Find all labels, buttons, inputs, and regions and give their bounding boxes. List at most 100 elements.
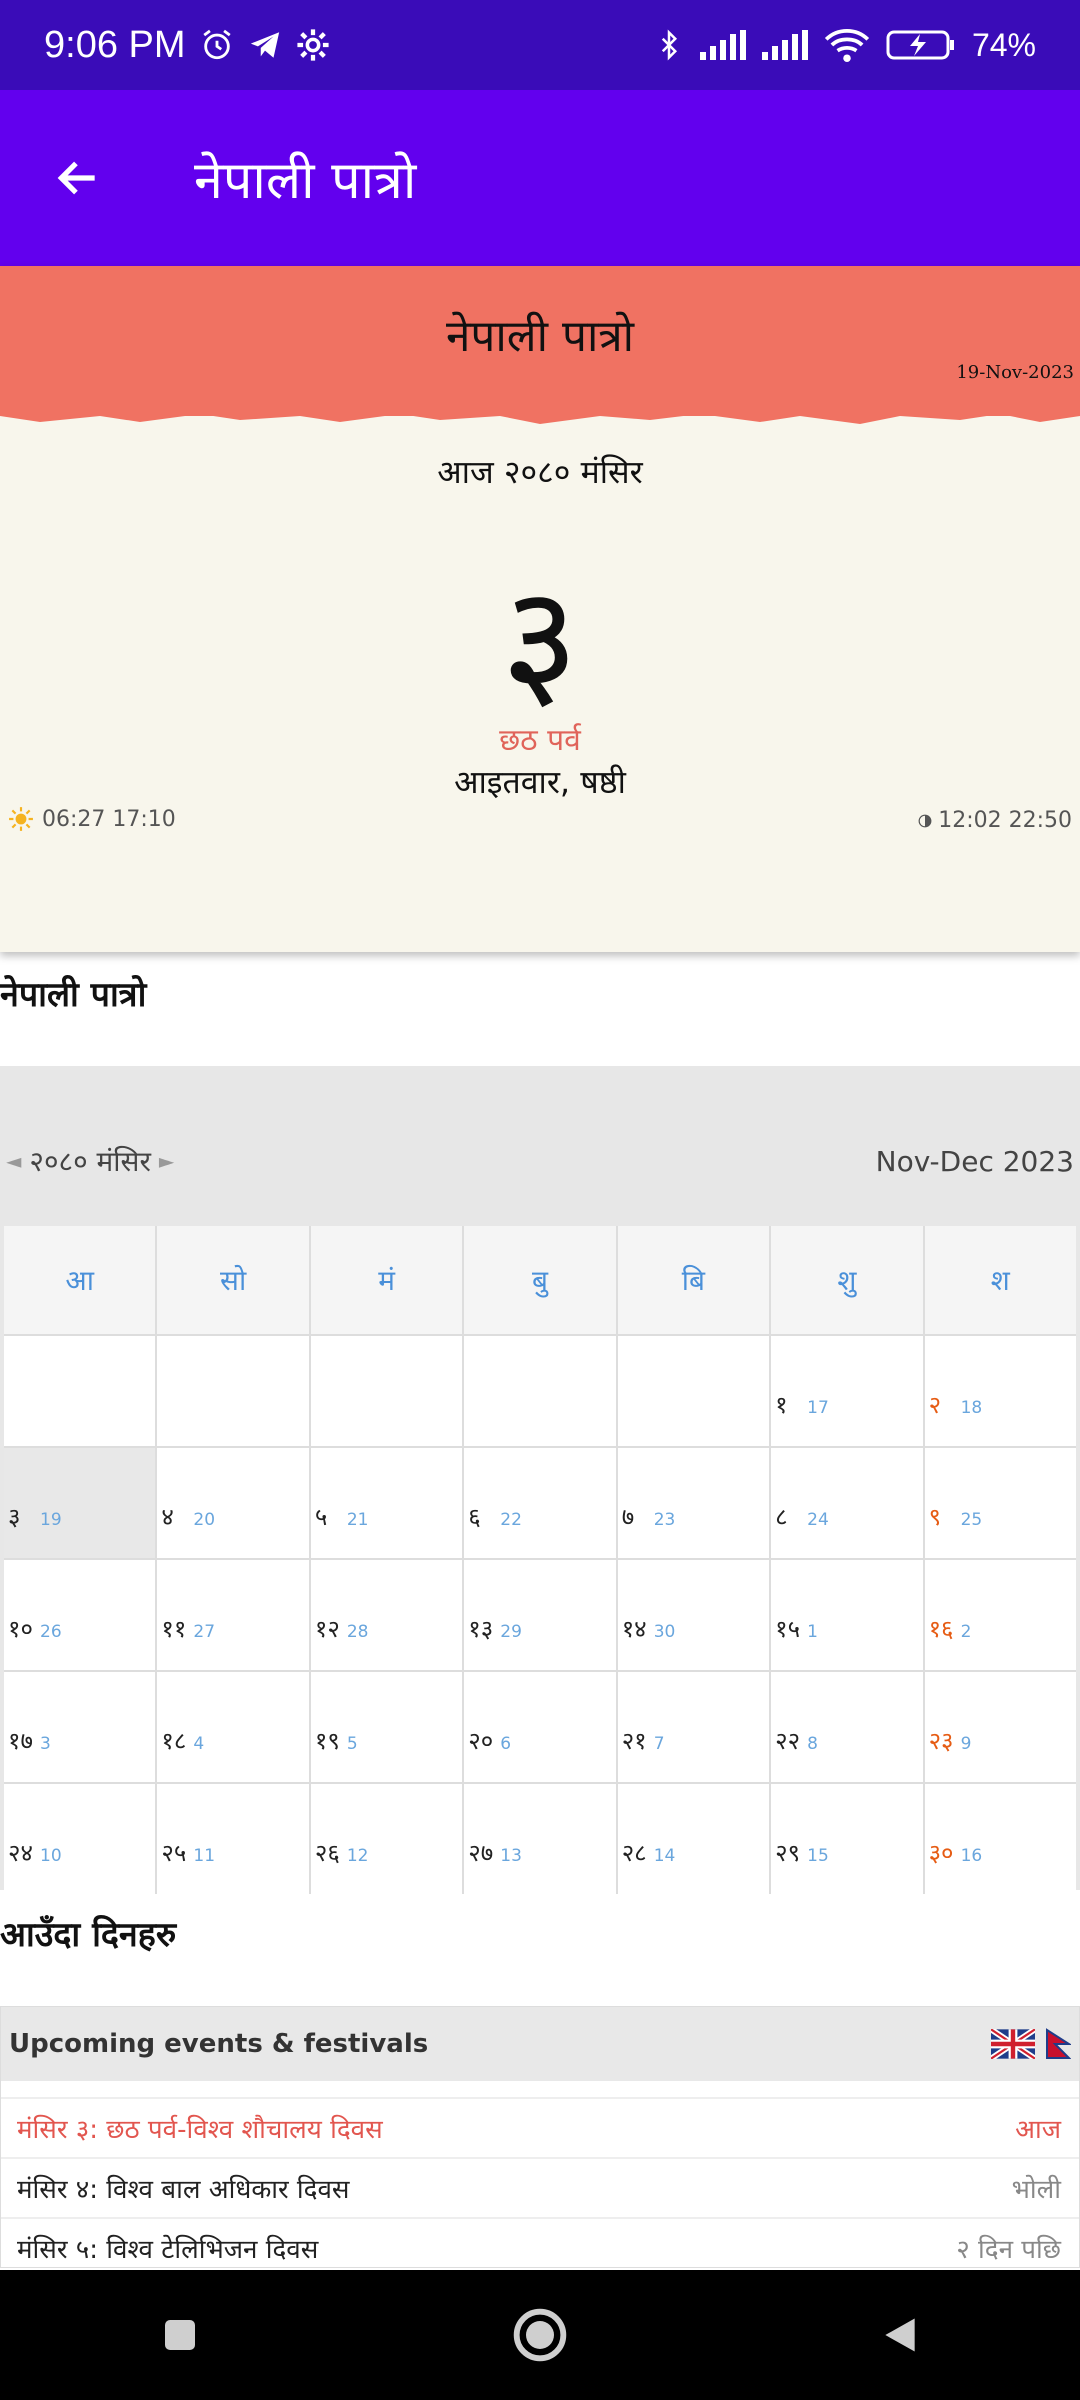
- weekday-header: श: [924, 1226, 1076, 1334]
- english-date: 10: [40, 1846, 62, 1866]
- upcoming-header: Upcoming events & festivals: [1, 2007, 1079, 2081]
- calendar-empty-cell: [157, 1336, 309, 1446]
- calendar-day[interactable]: १५ 1: [771, 1560, 923, 1670]
- calendar-day[interactable]: २१ 7: [617, 1672, 770, 1782]
- weekday-header: आ: [4, 1226, 156, 1334]
- recents-button[interactable]: [140, 2295, 220, 2375]
- nepali-date: १६: [928, 1615, 954, 1643]
- english-date: 18: [960, 1398, 983, 1418]
- calendar-day[interactable]: ४ 20: [157, 1448, 309, 1558]
- today-event: छठ पर्व: [499, 723, 581, 758]
- english-date: 29: [500, 1622, 522, 1642]
- nepali-date: १: [775, 1391, 788, 1419]
- calendar-day[interactable]: १९ 5: [310, 1672, 463, 1782]
- calendar-empty-cell: [617, 1336, 770, 1446]
- weekday-header: बु: [464, 1226, 616, 1334]
- settings-gear-icon: [296, 28, 330, 62]
- nepali-date: ३: [8, 1503, 21, 1531]
- english-date: 27: [193, 1622, 216, 1642]
- nepali-date: २३: [928, 1727, 954, 1755]
- calendar-day[interactable]: १४ 30: [617, 1560, 770, 1670]
- battery-percent: 74%: [971, 26, 1036, 63]
- calendar-day[interactable]: ११ 27: [157, 1560, 309, 1670]
- calendar-day[interactable]: १३ 29: [464, 1560, 616, 1670]
- calendar-day[interactable]: ५ 21: [310, 1448, 463, 1558]
- calendar-day[interactable]: ३ 19: [4, 1448, 156, 1558]
- nepali-date: ७: [621, 1503, 635, 1531]
- calendar-section-title: नेपाली पात्रो: [0, 975, 147, 1015]
- english-date: 9: [960, 1734, 972, 1754]
- moon-times: 12:02 22:50: [938, 808, 1072, 833]
- english-date: 30: [653, 1622, 676, 1642]
- calendar-day[interactable]: १६ 2: [924, 1560, 1076, 1670]
- english-date: 19: [40, 1510, 62, 1530]
- english-date: 20: [193, 1510, 216, 1530]
- calendar-day[interactable]: १० 26: [4, 1560, 156, 1670]
- calendar-day[interactable]: १७ 3: [4, 1672, 156, 1782]
- calendar-day[interactable]: १२ 28: [310, 1560, 463, 1670]
- calendar-day[interactable]: २६ 12: [310, 1784, 463, 1894]
- calendar-day[interactable]: १८ 4: [157, 1672, 309, 1782]
- english-date: 3: [40, 1734, 51, 1754]
- calendar-day[interactable]: ८ 24: [771, 1448, 923, 1558]
- bluetooth-icon: [654, 28, 684, 62]
- home-button[interactable]: [500, 2295, 580, 2375]
- upcoming-list: मंसिर ३: छठ पर्व-विश्व शौचालय दिवस आज मंसि…: [1, 2097, 1079, 2277]
- calendar-empty-cell: [310, 1336, 463, 1446]
- back-button[interactable]: [40, 140, 116, 216]
- sun-icon: [9, 807, 33, 831]
- english-date: 6: [500, 1734, 512, 1754]
- uk-flag-icon[interactable]: [991, 2029, 1035, 2059]
- english-date: 7: [653, 1734, 665, 1754]
- calendar-day[interactable]: २९ 15: [771, 1784, 923, 1894]
- nepali-date: ४: [161, 1503, 174, 1531]
- event-label: मंसिर ३: छठ पर्व-विश्व शौचालय दिवस: [17, 2115, 383, 2145]
- today-day-number: ३: [500, 554, 579, 728]
- calendar-day[interactable]: ३० 16: [924, 1784, 1076, 1894]
- calendar-day[interactable]: ७ 23: [617, 1448, 770, 1558]
- upcoming-event-row[interactable]: मंसिर ५: विश्व टेलिभिजन दिवस २ दिन पछि: [1, 2217, 1079, 2277]
- nepali-date: १७: [8, 1727, 33, 1755]
- nepali-date: ५: [314, 1503, 328, 1531]
- arrow-left-icon: [57, 161, 95, 195]
- calendar-day[interactable]: २३ 9: [924, 1672, 1076, 1782]
- english-date: 15: [807, 1846, 829, 1866]
- alarm-icon: [200, 28, 234, 62]
- calendar-day[interactable]: २५ 11: [157, 1784, 309, 1894]
- upcoming-section-title: आउँदा दिनहरु: [0, 1915, 177, 1955]
- calendar-day[interactable]: २७ 13: [464, 1784, 616, 1894]
- nepali-date: १५: [775, 1615, 801, 1643]
- signal-icon: [699, 30, 746, 60]
- nepali-date: २४: [8, 1839, 33, 1867]
- calendar-day[interactable]: १ 17: [771, 1336, 923, 1446]
- nepali-date: १२: [314, 1615, 340, 1643]
- back-nav-button[interactable]: [860, 2295, 940, 2375]
- upcoming-event-row[interactable]: मंसिर ३: छठ पर्व-विश्व शौचालय दिवस आज: [1, 2097, 1079, 2157]
- prev-month-icon[interactable]: ◄: [6, 1149, 21, 1173]
- sunrise-sunset: 06:27 17:10: [8, 806, 176, 832]
- calendar-day[interactable]: २ 18: [924, 1336, 1076, 1446]
- calendar-day[interactable]: २२ 8: [771, 1672, 923, 1782]
- upcoming-event-row[interactable]: मंसिर ४: विश्व बाल अधिकार दिवस भोली: [1, 2157, 1079, 2217]
- system-nav-bar: [0, 2270, 1080, 2400]
- calendar-day[interactable]: २८ 14: [617, 1784, 770, 1894]
- english-month-range: Nov-Dec 2023: [875, 1144, 1074, 1178]
- calendar-day[interactable]: ९ 25: [924, 1448, 1076, 1558]
- english-date: 17: [807, 1398, 829, 1418]
- english-date: 12: [346, 1846, 369, 1866]
- next-month-icon[interactable]: ►: [159, 1149, 174, 1173]
- weekday-header: सो: [157, 1226, 309, 1334]
- nepal-flag-icon[interactable]: [1045, 2028, 1071, 2060]
- english-date: 24: [807, 1510, 829, 1530]
- calendar-day[interactable]: २० 6: [464, 1672, 616, 1782]
- event-label: मंसिर ५: विश्व टेलिभिजन दिवस: [17, 2235, 319, 2265]
- calendar-day[interactable]: २४ 10: [4, 1784, 156, 1894]
- today-card: नेपाली पात्रो 19-Nov-2023 आज २०८० मंसिर …: [0, 266, 1080, 952]
- english-date: 4: [193, 1734, 205, 1754]
- upcoming-events-panel: Upcoming events & festivals मंसिर ३: छठ …: [0, 2006, 1080, 2268]
- card-title: नेपाली पात्रो: [445, 311, 635, 362]
- status-left: 9:06 PM: [44, 24, 330, 67]
- calendar-day[interactable]: ६ 22: [464, 1448, 616, 1558]
- today-label: आज २०८० मंसिर: [437, 453, 643, 491]
- english-date: 23: [653, 1510, 676, 1530]
